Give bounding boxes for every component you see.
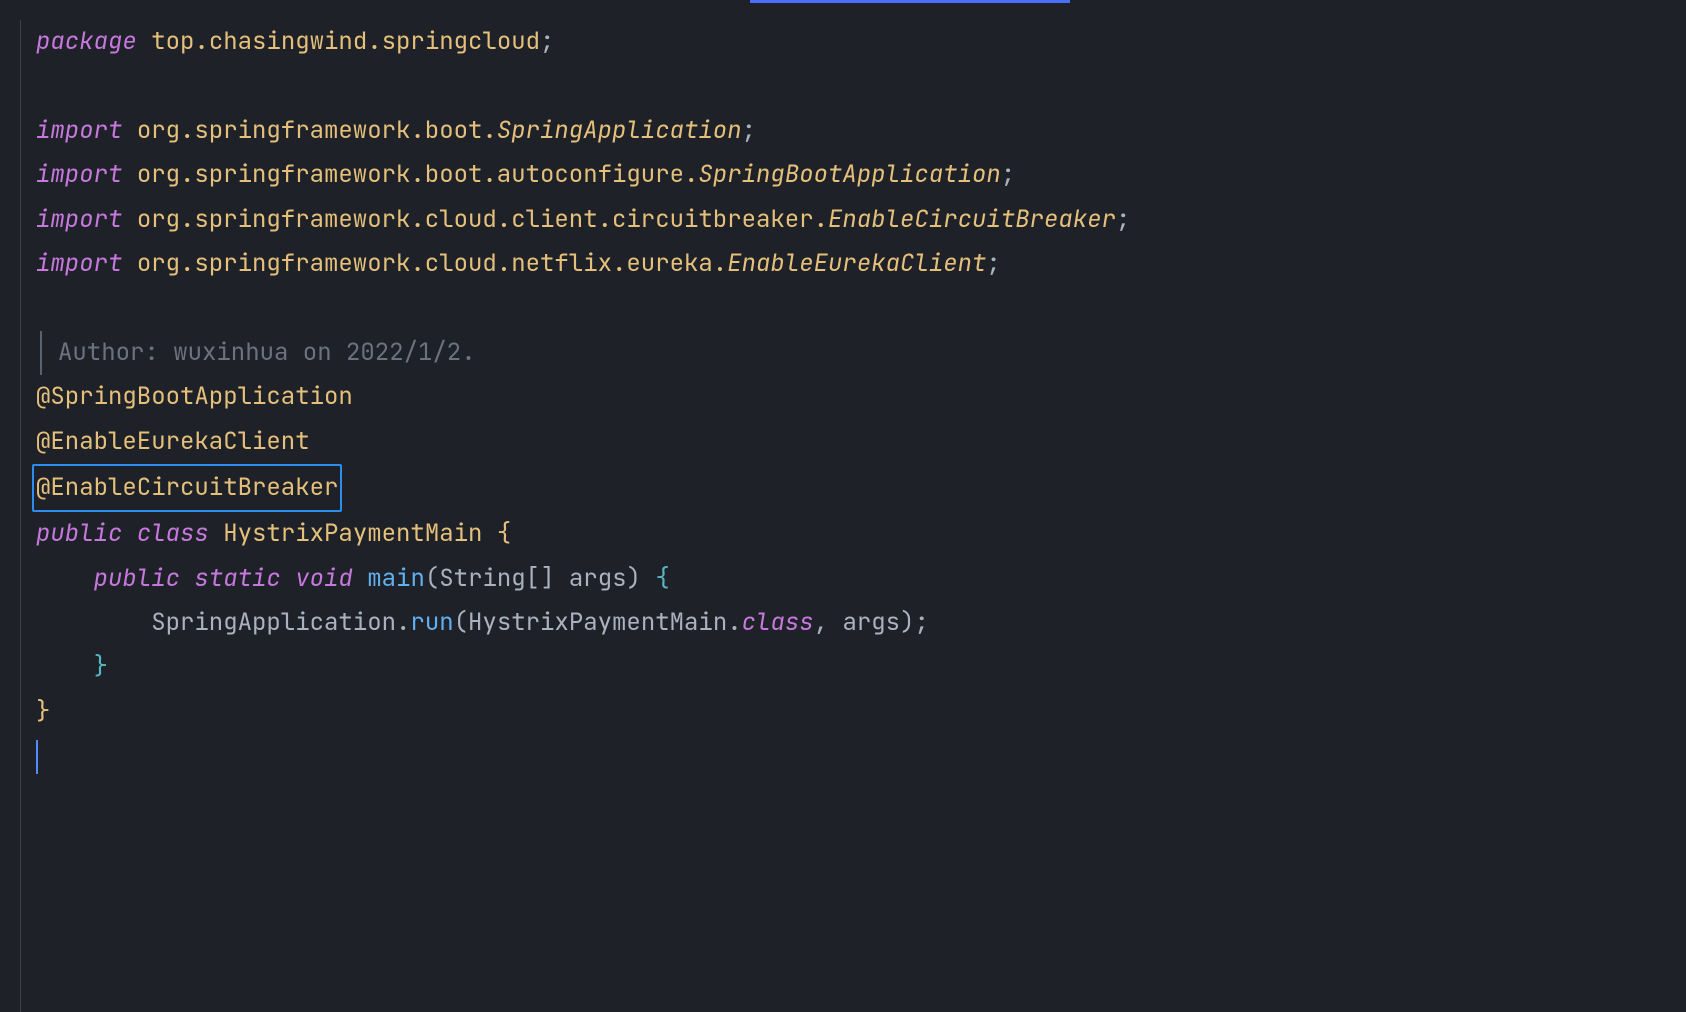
keyword-static: static: [194, 563, 280, 594]
gutter-fold-line: [20, 20, 21, 1012]
call-arg-class: HystrixPaymentMain: [468, 607, 727, 638]
code-line-import-4[interactable]: import org.springframework.cloud.netflix…: [36, 242, 1686, 286]
call-object: SpringApplication: [151, 607, 396, 638]
editor-gutter[interactable]: [0, 0, 30, 1012]
semicolon: ;: [914, 607, 928, 638]
open-brace-inner: {: [655, 563, 669, 594]
annotation-enableeurekaclient: @EnableEurekaClient: [36, 426, 310, 457]
code-content-area[interactable]: package top.chasingwind.springcloud; imp…: [30, 0, 1686, 1012]
param-name: args: [569, 563, 627, 594]
code-line-import-2[interactable]: import org.springframework.boot.autoconf…: [36, 153, 1686, 197]
keyword-package: package: [36, 26, 137, 57]
import-class: EnableCircuitBreaker: [828, 204, 1116, 235]
import-class: SpringBootApplication: [698, 159, 1000, 190]
code-line-annotation-3[interactable]: @EnableCircuitBreaker: [36, 464, 1686, 512]
import-class: EnableEurekaClient: [727, 248, 986, 279]
import-path: org.springframework.boot.: [137, 115, 497, 146]
paren-open: (: [454, 607, 468, 638]
method-name-main: main: [367, 563, 425, 594]
annotation-enablecircuitbreaker: @EnableCircuitBreaker: [36, 472, 338, 503]
paren-open: (: [425, 563, 439, 594]
keyword-import: import: [36, 159, 122, 190]
open-brace: {: [497, 518, 511, 549]
close-brace: }: [36, 696, 50, 727]
code-line-blank: [36, 286, 1686, 330]
keyword-public: public: [94, 563, 180, 594]
keyword-void: void: [295, 563, 353, 594]
code-line-annotation-2[interactable]: @EnableEurekaClient: [36, 420, 1686, 464]
import-class: SpringApplication: [497, 115, 742, 146]
code-line-import-1[interactable]: import org.springframework.boot.SpringAp…: [36, 109, 1686, 153]
semicolon: ;: [1001, 159, 1015, 190]
brackets: []: [526, 563, 555, 594]
class-name: HystrixPaymentMain: [223, 518, 482, 549]
text-cursor: [36, 740, 38, 774]
param-type: String: [439, 563, 525, 594]
package-path: top.chasingwind.springcloud: [151, 26, 540, 57]
import-path: org.springframework.cloud.client.circuit…: [137, 204, 828, 235]
close-brace-inner: }: [94, 651, 108, 682]
import-path: org.springframework.cloud.netflix.eureka…: [137, 248, 727, 279]
semicolon: ;: [1116, 204, 1130, 235]
dot: .: [727, 607, 741, 638]
code-line-blank: [36, 64, 1686, 108]
paren-close: ): [900, 607, 914, 638]
keyword-class-ref: class: [742, 607, 814, 638]
annotation-springbootapplication: @SpringBootApplication: [36, 381, 353, 412]
keyword-class: class: [137, 518, 209, 549]
import-path: org.springframework.boot.autoconfigure.: [137, 159, 699, 190]
keyword-import: import: [36, 248, 122, 279]
code-line-doc-comment[interactable]: Author: wuxinhua on 2022/1/2.: [36, 331, 1686, 375]
keyword-import: import: [36, 204, 122, 235]
code-line-class-decl[interactable]: public class HystrixPaymentMain {: [36, 512, 1686, 556]
keyword-import: import: [36, 115, 122, 146]
dot: .: [396, 607, 410, 638]
code-line-import-3[interactable]: import org.springframework.cloud.client.…: [36, 198, 1686, 242]
code-line-package[interactable]: package top.chasingwind.springcloud;: [36, 20, 1686, 64]
code-line-annotation-1[interactable]: @SpringBootApplication: [36, 375, 1686, 419]
paren-close: ): [627, 563, 641, 594]
semicolon: ;: [540, 26, 554, 57]
comma: ,: [814, 607, 828, 638]
semicolon: ;: [742, 115, 756, 146]
keyword-public: public: [36, 518, 122, 549]
code-line-method-decl[interactable]: public static void main(String[] args) {: [36, 557, 1686, 601]
call-method-run: run: [410, 607, 453, 638]
doc-comment-text: Author: wuxinhua on 2022/1/2.: [58, 337, 476, 368]
code-line-cursor[interactable]: [36, 734, 1686, 778]
call-arg2: args: [842, 607, 900, 638]
code-line-method-close[interactable]: }: [36, 645, 1686, 689]
code-editor[interactable]: package top.chasingwind.springcloud; imp…: [0, 0, 1686, 1012]
semicolon: ;: [986, 248, 1000, 279]
highlighted-selection-box[interactable]: @EnableCircuitBreaker: [32, 464, 342, 512]
code-line-method-body[interactable]: SpringApplication.run(HystrixPaymentMain…: [36, 601, 1686, 645]
code-line-class-close[interactable]: }: [36, 690, 1686, 734]
